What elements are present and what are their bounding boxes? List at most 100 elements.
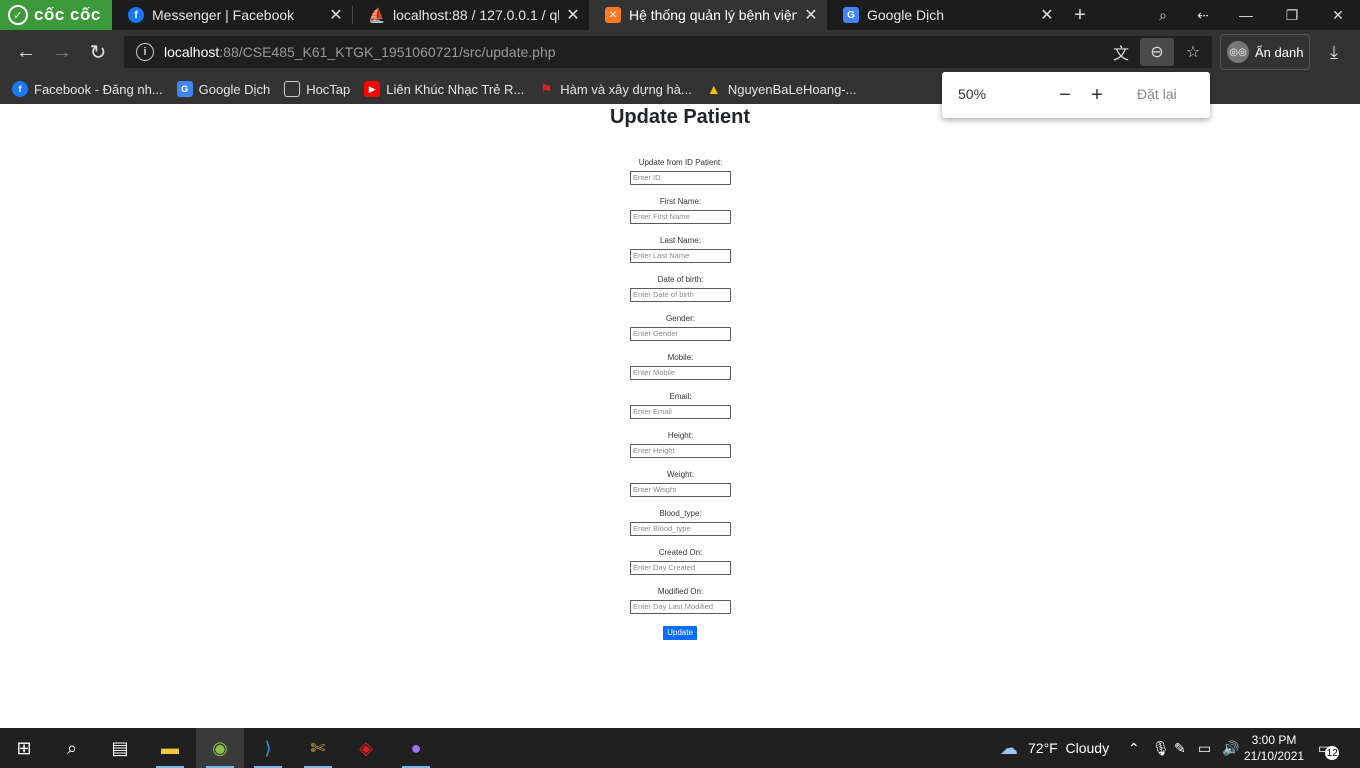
garena-icon[interactable]: ◈ — [342, 728, 390, 768]
close-window-button[interactable]: ✕ — [1318, 0, 1358, 30]
zoom-plus-button[interactable]: + — [1086, 84, 1108, 106]
field-modified-on: Modified On: Enter Day Last Modified — [630, 587, 731, 614]
last-name-input[interactable]: Enter Last Name — [630, 249, 731, 263]
incognito-icon: ◎◎ — [1227, 41, 1249, 63]
network-icon[interactable]: ▭ — [1198, 728, 1211, 768]
coccoc-taskbar-icon[interactable]: ◉ — [196, 728, 244, 768]
google-drive-icon: ▲ — [706, 81, 721, 97]
zoom-minus-button[interactable]: − — [1054, 84, 1076, 106]
id-input[interactable]: Enter ID — [630, 171, 731, 185]
modified-on-input[interactable]: Enter Day Last Modified — [630, 600, 731, 614]
close-icon[interactable]: ✕ — [1039, 5, 1055, 25]
task-view-icon[interactable]: ▤ — [96, 728, 144, 768]
bookmark-label: Facebook - Đăng nh... — [34, 81, 163, 97]
download-icon[interactable]: ⤓ — [1320, 38, 1348, 66]
field-weight: Weight: Enter Weight — [630, 470, 731, 497]
first-name-input[interactable]: Enter First Name — [630, 210, 731, 224]
tab-title: Hệ thống quản lý bệnh viện — [629, 7, 797, 23]
restore-button[interactable]: ❐ — [1272, 0, 1312, 30]
search-icon[interactable]: ⌕ — [48, 728, 96, 768]
update-button[interactable]: Update — [663, 626, 697, 640]
dob-input[interactable]: Enter Date of birth — [630, 288, 731, 302]
bookmark-google-drive[interactable]: ▲ NguyenBaLeHoang-... — [706, 81, 857, 97]
url-field[interactable]: i localhost :88/CSE485_K61_KTGK_19510607… — [124, 36, 1212, 68]
clock-date: 21/10/2021 — [1244, 749, 1305, 763]
bookmark-star-icon[interactable]: ☆ — [1176, 38, 1210, 66]
xampp-icon: ✕ — [605, 7, 621, 23]
reload-button[interactable]: ↻ — [84, 38, 112, 66]
field-label: Height: — [667, 431, 694, 440]
clock-time: 3:00 PM — [1251, 733, 1297, 747]
phpmyadmin-icon: ⛵ — [368, 6, 386, 23]
notifications-button[interactable]: ▭ 12 — [1318, 728, 1340, 768]
field-label: First Name: — [659, 197, 702, 206]
incognito-label: Ẩn danh — [1255, 44, 1304, 60]
forward-button[interactable]: → — [48, 38, 76, 66]
github-desktop-icon[interactable]: ● — [392, 728, 440, 768]
file-explorer-icon[interactable]: ▬ — [146, 728, 194, 768]
page-content: Update Patient Update from ID Patient: E… — [0, 104, 1360, 728]
translate-icon[interactable]: 文 — [1104, 38, 1138, 66]
google-translate-icon: G — [843, 7, 859, 23]
clock[interactable]: 3:00 PM 21/10/2021 — [1244, 728, 1304, 768]
zoom-level: 50% — [958, 86, 987, 102]
email-input[interactable]: Enter Email — [630, 405, 731, 419]
bookmark-ham[interactable]: ⚑ Hàm và xây dựng hà... — [538, 81, 692, 97]
weight-input[interactable]: Enter Weight — [630, 483, 731, 497]
field-label: Mobile: — [667, 353, 694, 362]
close-icon[interactable]: ✕ — [565, 5, 581, 25]
coccoc-logo-icon: ✓ — [8, 5, 28, 25]
url-path: :88/CSE485_K61_KTGK_1951060721/src/updat… — [219, 44, 556, 60]
site-info-icon[interactable]: i — [136, 43, 154, 61]
blood-type-input[interactable]: Enter Blood_type — [630, 522, 731, 536]
tab-google-translate[interactable]: G Google Dịch ✕ — [827, 0, 1063, 30]
tab-title: localhost:88 / 127.0.0.1 / qlb — [393, 7, 559, 23]
weather-text: 72°F Cloudy — [1028, 740, 1110, 756]
bookmark-google-translate[interactable]: G Google Dịch — [176, 81, 271, 97]
field-gender: Gender: Enter Gender — [630, 314, 731, 341]
bookmark-youtube[interactable]: ▶ Liên Khúc Nhạc Trẻ R... — [364, 81, 524, 97]
field-last-name: Last Name: Enter Last Name — [630, 236, 731, 263]
field-label: Blood_type: — [659, 509, 702, 518]
field-label: Last Name: — [660, 236, 701, 245]
microphone-icon[interactable]: 🎙 — [1152, 728, 1170, 768]
back-tab-icon[interactable]: ⇠ — [1186, 0, 1220, 30]
tab-phpmyadmin[interactable]: ⛵ localhost:88 / 127.0.0.1 / qlb ✕ — [353, 0, 589, 30]
field-label: Weight: — [667, 470, 694, 479]
folder-icon — [284, 81, 301, 97]
volume-icon[interactable]: 🔊 — [1222, 728, 1239, 768]
windows-start-icon[interactable]: ⊞ — [0, 728, 48, 768]
zoom-reset-button[interactable]: Đặt lại — [1137, 86, 1177, 102]
minimize-button[interactable]: — — [1226, 0, 1266, 30]
field-label: Date of birth: — [657, 275, 704, 284]
close-icon[interactable]: ✕ — [328, 5, 344, 25]
zoom-out-icon[interactable]: ⊖ — [1140, 38, 1174, 66]
new-tab-button[interactable]: + — [1063, 0, 1097, 30]
pen-icon[interactable]: ✎ — [1174, 728, 1186, 768]
tool-icon[interactable]: ✄ — [294, 728, 342, 768]
created-on-input[interactable]: Enter Day Created — [630, 561, 731, 575]
tab-title: Google Dịch — [867, 7, 945, 23]
mobile-input[interactable]: Enter Mobile — [630, 366, 731, 380]
gender-input[interactable]: Enter Gender — [630, 327, 731, 341]
bookmark-facebook[interactable]: f Facebook - Đăng nh... — [12, 81, 163, 97]
vscode-icon[interactable]: ⟩ — [244, 728, 292, 768]
bookmark-hoctap[interactable]: HocTap — [284, 81, 350, 97]
zoom-popup: 50% − + Đặt lại — [942, 72, 1210, 118]
incognito-badge[interactable]: ◎◎ Ẩn danh — [1220, 34, 1310, 70]
tab-search-icon[interactable]: ⌕ — [1146, 0, 1180, 30]
close-icon[interactable]: ✕ — [803, 5, 819, 25]
tab-messenger[interactable]: f Messenger | Facebook ✕ — [112, 0, 352, 30]
field-mobile: Mobile: Enter Mobile — [630, 353, 731, 380]
field-label: Update from ID Patient: — [638, 158, 723, 167]
bookmark-label: Google Dịch — [198, 81, 271, 97]
height-input[interactable]: Enter Height — [630, 444, 731, 458]
notification-count: 12 — [1325, 746, 1340, 760]
tab-hospital-system[interactable]: ✕ Hệ thống quản lý bệnh viện ✕ — [589, 0, 827, 30]
field-label: Email: — [669, 392, 692, 401]
cloud-icon: ☁ — [1000, 737, 1018, 758]
weather-widget[interactable]: ☁ 72°F Cloudy — [1000, 728, 1109, 768]
show-hidden-icons[interactable]: ⌃ — [1128, 728, 1140, 768]
back-button[interactable]: ← — [12, 38, 40, 66]
coccoc-menu-button[interactable]: ✓ cốc cốc — [0, 0, 112, 30]
